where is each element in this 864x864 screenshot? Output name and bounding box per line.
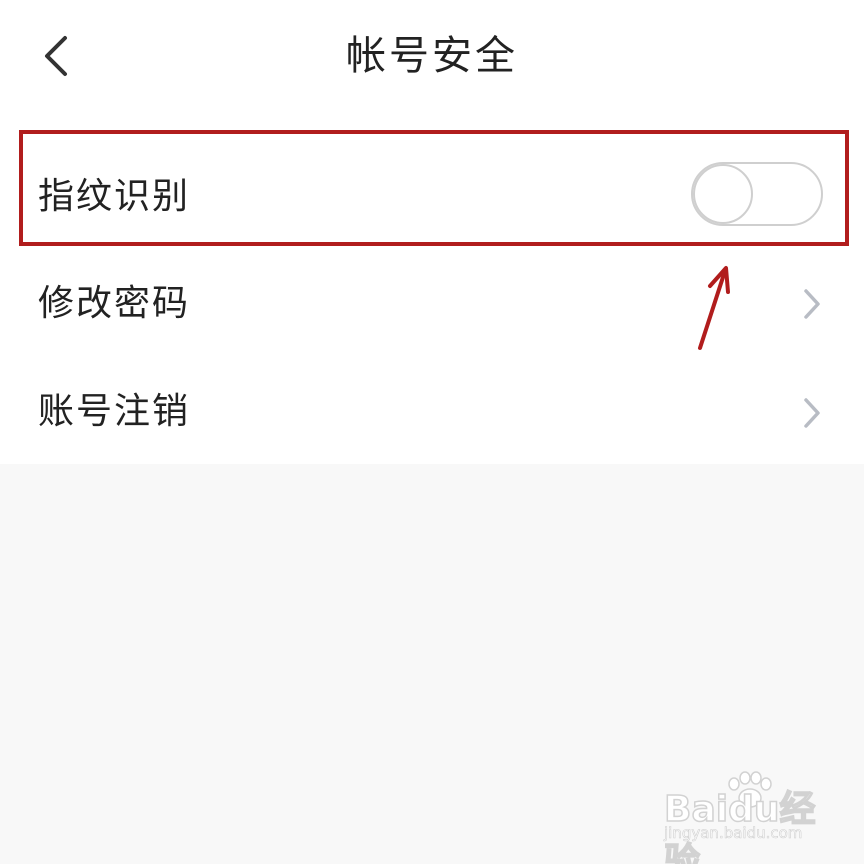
fingerprint-toggle[interactable] — [691, 162, 823, 226]
account-security-screen: 帐号安全 指纹识别 修改密码 账号注销 Baidu经验 jingyan.baid… — [0, 0, 864, 864]
settings-item-label: 修改密码 — [38, 283, 191, 324]
settings-item-account-cancellation[interactable]: 账号注销 — [0, 358, 864, 468]
chevron-right-icon — [804, 289, 820, 319]
settings-item-label: 指纹识别 — [38, 176, 191, 217]
paw-logo-icon — [728, 771, 772, 808]
settings-list: 指纹识别 修改密码 账号注销 — [0, 118, 864, 464]
page-title: 帐号安全 — [346, 33, 518, 79]
settings-item-label: 账号注销 — [38, 391, 191, 432]
baidu-jingyan-watermark: Baidu经验 jingyan.baidu.com — [660, 770, 840, 864]
settings-item-fingerprint: 指纹识别 — [0, 132, 864, 240]
toggle-knob — [693, 164, 753, 224]
chevron-right-icon — [804, 398, 820, 428]
nav-bar: 帐号安全 — [0, 0, 864, 118]
watermark-brand: Baidu经验 — [663, 788, 816, 864]
settings-item-change-password[interactable]: 修改密码 — [0, 252, 864, 362]
watermark-url: jingyan.baidu.com — [664, 824, 803, 843]
